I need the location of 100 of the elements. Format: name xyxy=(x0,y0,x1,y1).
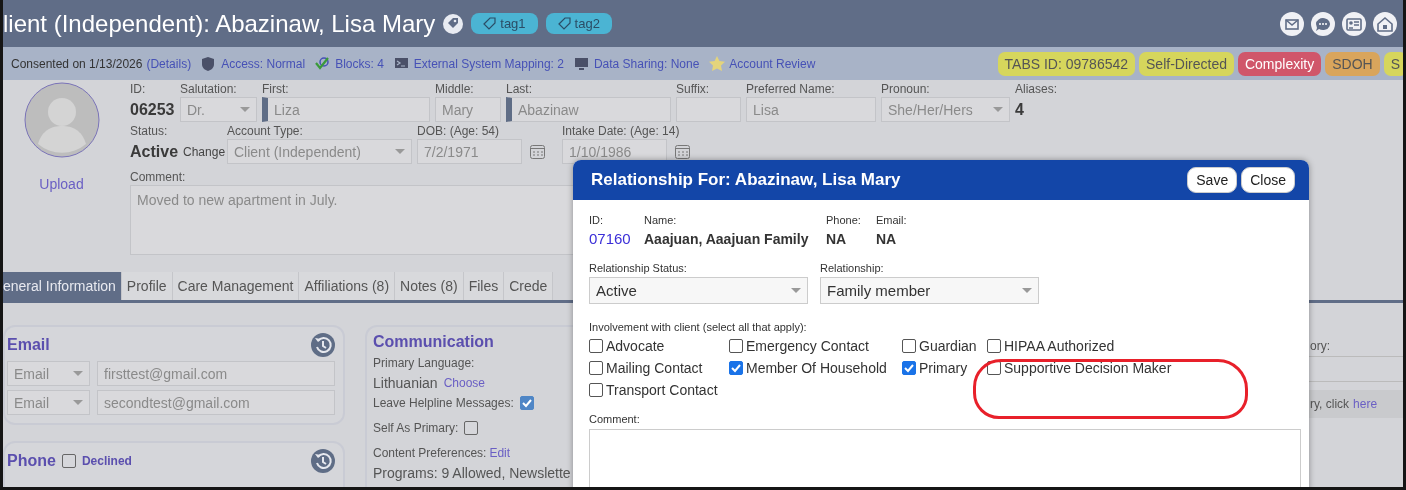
email-field[interactable]: firsttest@gmail.com xyxy=(97,361,335,386)
field-label: Preferred Name: xyxy=(746,82,835,96)
checkbox-label: Supportive Decision Maker xyxy=(1004,360,1172,376)
info-link[interactable]: Account Review xyxy=(729,56,816,71)
tag-chip[interactable]: tag2 xyxy=(545,13,612,34)
tag-chip[interactable]: tag1 xyxy=(471,13,538,34)
date-field[interactable]: 7/2/1971 xyxy=(417,139,522,164)
field-label: Phone: xyxy=(826,214,862,226)
tab[interactable]: Notes (8) xyxy=(395,272,464,300)
field-label: Involvement with client (select all that apply): xyxy=(589,321,807,333)
section-title: Phone xyxy=(7,452,56,470)
home-icon[interactable] xyxy=(1373,11,1397,36)
checkbox[interactable] xyxy=(61,454,76,468)
dropdown[interactable]: Client (Independent) xyxy=(227,139,412,164)
dropdown[interactable]: Active xyxy=(589,277,808,304)
field-label: Primary Language: xyxy=(373,356,476,370)
checkbox-label: Declined xyxy=(81,454,132,468)
text-field[interactable]: Lisa xyxy=(746,97,876,122)
checkbox[interactable] xyxy=(729,361,743,375)
checkbox[interactable] xyxy=(519,396,534,410)
details-link[interactable]: (Details) xyxy=(146,56,192,71)
text-field[interactable]: Abazinaw xyxy=(506,97,671,122)
checkbox[interactable] xyxy=(987,339,1001,353)
tab[interactable]: Profile xyxy=(121,272,173,300)
consent-text: Consented on 1/13/2026 xyxy=(11,56,143,71)
checkbox-label: Emergency Contact xyxy=(746,338,869,354)
field-label: ory: xyxy=(1310,339,1330,353)
dropdown[interactable]: Email xyxy=(7,390,90,415)
tab[interactable]: Affiliations (8) xyxy=(299,272,396,300)
language-value: Lithuanian xyxy=(373,375,438,391)
here-link[interactable]: here xyxy=(1353,397,1378,411)
upload-link[interactable]: Upload xyxy=(39,176,84,192)
star-icon xyxy=(709,55,726,72)
section-title: Communication xyxy=(373,333,495,351)
caret-icon xyxy=(73,400,83,405)
checkbox[interactable] xyxy=(729,339,743,353)
field-label: Comment: xyxy=(130,170,186,184)
section-title: Email xyxy=(7,336,50,354)
dropdown[interactable]: She/Her/Hers xyxy=(881,97,1010,122)
status-badge: TABS ID: 09786542 xyxy=(997,51,1136,76)
calendar-icon xyxy=(675,144,690,159)
tab[interactable]: Files xyxy=(463,272,505,300)
info-link[interactable]: Blocks: 4 xyxy=(335,56,384,71)
field-label: Aliases: xyxy=(1015,82,1058,96)
dropdown[interactable]: Email xyxy=(7,361,90,386)
checkbox-label: HIPAA Authorized xyxy=(1004,338,1115,354)
checkbox[interactable] xyxy=(589,383,603,397)
info-link[interactable]: External System Mapping: 2 xyxy=(413,56,564,71)
checkbox-label: Advocate xyxy=(606,338,665,354)
info-link[interactable]: Data Sharing: None xyxy=(593,56,700,71)
caret-icon xyxy=(791,288,801,293)
dialog-button[interactable]: Close xyxy=(1241,167,1295,193)
monitor-icon xyxy=(573,55,590,72)
comment-field[interactable] xyxy=(589,429,1301,487)
avatar-icon xyxy=(23,82,100,158)
tab[interactable]: Crede xyxy=(504,272,554,300)
mail-icon[interactable] xyxy=(1280,11,1304,36)
text-field[interactable]: Liza xyxy=(262,97,430,122)
change-link[interactable]: Change xyxy=(183,144,226,159)
email-field[interactable]: secondtest@gmail.com xyxy=(97,390,335,415)
checkbox[interactable] xyxy=(589,361,603,375)
tab[interactable]: eneral Information xyxy=(3,272,122,300)
record-id-link[interactable]: 07160 xyxy=(589,230,634,247)
tab[interactable]: Care Management xyxy=(172,272,300,300)
field-label: ID: xyxy=(589,214,605,226)
checkbox[interactable] xyxy=(902,339,916,353)
info-link[interactable]: Access: Normal xyxy=(221,56,306,71)
field-label: Relationship: xyxy=(820,262,885,274)
checkbox-label: Mailing Contact xyxy=(606,360,703,376)
chat-icon[interactable] xyxy=(1311,11,1335,36)
text-field[interactable]: Mary xyxy=(435,97,501,122)
field-label: First: xyxy=(262,82,289,96)
edit-link[interactable]: Edit xyxy=(489,446,511,460)
dropdown[interactable]: Family member xyxy=(820,277,1039,304)
field-value: NA xyxy=(876,230,898,248)
field-label: Intake Date: (Age: 14) xyxy=(562,124,680,138)
checkbox[interactable] xyxy=(589,339,603,353)
field-label: ID: xyxy=(130,82,146,96)
caret-icon xyxy=(993,107,1003,112)
field-label: Last: xyxy=(506,82,532,96)
field-label: Middle: xyxy=(435,82,474,96)
contact-card-icon[interactable] xyxy=(1342,11,1366,36)
checkbox[interactable] xyxy=(464,421,479,435)
caret-icon xyxy=(73,371,83,376)
field-value: NA xyxy=(826,230,848,248)
field-label: Suffix: xyxy=(676,82,710,96)
dropdown[interactable]: Dr. xyxy=(180,97,257,122)
checkbox[interactable] xyxy=(902,361,916,375)
checkbox-label: Transport Contact xyxy=(606,382,718,398)
checkbox-label: Member Of Household xyxy=(746,360,887,376)
dialog-button[interactable]: Save xyxy=(1187,167,1238,193)
checkbox-label: Self As Primary: xyxy=(373,421,459,435)
field-label: Status: xyxy=(130,124,168,138)
status-value: Active xyxy=(130,141,179,162)
page-title: lient (Independent): Abazinaw, Lisa Mary xyxy=(3,9,436,38)
field-value: Aaajuan, Aaajuan Family xyxy=(644,230,810,248)
choose-link[interactable]: Choose xyxy=(443,376,485,390)
check-icon xyxy=(315,55,332,72)
field-label: Relationship Status: xyxy=(589,262,688,274)
tag-icon xyxy=(443,13,464,34)
